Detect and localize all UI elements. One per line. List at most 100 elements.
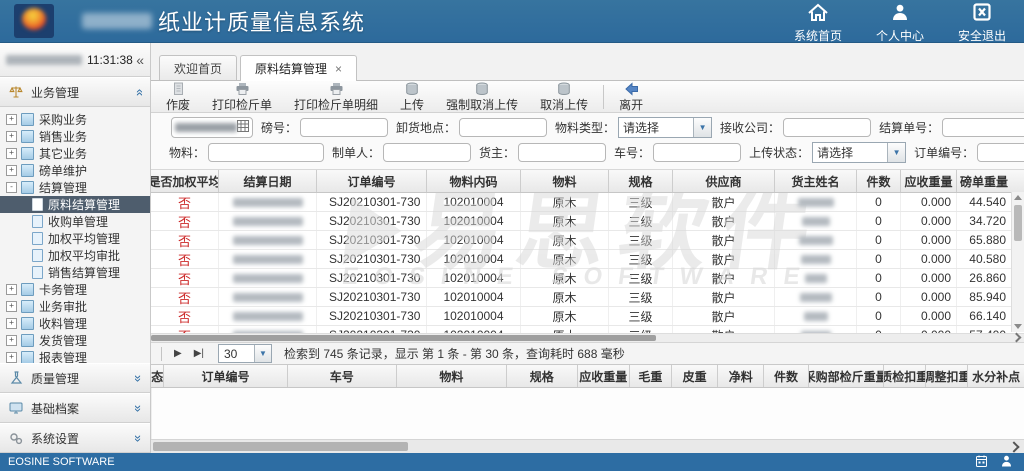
force-cancel-upload-button[interactable]: 强制取消上传 <box>435 81 529 113</box>
col-header[interactable]: 货主姓名 <box>775 170 857 192</box>
tree-item-approval[interactable]: +业务审批 <box>0 298 150 315</box>
col-header[interactable]: 物料内码 <box>427 170 521 192</box>
expand-icon[interactable]: + <box>6 148 17 159</box>
tree-item-reports[interactable]: +报表管理 <box>0 349 150 363</box>
owner-input[interactable] <box>518 143 606 162</box>
last-page-button[interactable]: ▶| <box>188 348 210 359</box>
table-row[interactable]: 否 SJ20210301-730102010004 原木三级 散户 00.000… <box>151 231 1013 250</box>
col-header[interactable]: 规格 <box>609 170 673 192</box>
expand-icon[interactable]: + <box>6 318 17 329</box>
collapse-icon[interactable]: - <box>6 182 17 193</box>
scrollbar-thumb[interactable] <box>151 335 656 341</box>
table-row[interactable]: 否 SJ20210301-730102010004 原木三级 散户 00.000… <box>151 250 1013 269</box>
col-header[interactable]: 件数 <box>857 170 901 192</box>
footer-user-icon[interactable] <box>1001 455 1012 470</box>
col-header[interactable]: 订单编号 <box>317 170 427 192</box>
tree-item-raw-settlement-selected[interactable]: 原料结算管理 <box>0 196 150 213</box>
scroll-down-icon[interactable] <box>1014 324 1022 329</box>
chevron-down-icon[interactable]: » <box>131 434 146 441</box>
col-header[interactable]: 采购部检斤重量 <box>809 365 884 387</box>
table-row[interactable]: 否 SJ20210301-730102010004 原木三级 散户 00.000… <box>151 326 1013 333</box>
footer-calendar-icon[interactable] <box>976 455 987 470</box>
tree-item-sales[interactable]: +销售业务 <box>0 128 150 145</box>
expand-icon[interactable]: + <box>6 284 17 295</box>
horizontal-scrollbar[interactable] <box>151 333 1024 342</box>
col-header[interactable]: 物料 <box>397 365 507 387</box>
col-header[interactable]: 件数 <box>764 365 808 387</box>
tree-item-settlement[interactable]: -结算管理 <box>0 179 150 196</box>
unload-place-input[interactable] <box>459 118 547 137</box>
print-ticket-detail-button[interactable]: 打印检斤单明细 <box>283 81 389 113</box>
scale-no-input[interactable] <box>300 118 388 137</box>
receive-company-input[interactable] <box>783 118 871 137</box>
col-header[interactable]: 规格 <box>507 365 578 387</box>
leave-button[interactable]: 离开 <box>608 81 654 113</box>
scroll-up-icon[interactable] <box>1014 195 1022 200</box>
col-header[interactable]: 物料 <box>521 170 609 192</box>
tree-item-other[interactable]: +其它业务 <box>0 145 150 162</box>
table-row[interactable]: 否 SJ20210301-730102010004 原木三级 散户 00.000… <box>151 269 1013 288</box>
nav-profile[interactable]: 个人中心 <box>872 3 928 44</box>
tree-item-purchase[interactable]: +采购业务 <box>0 111 150 128</box>
col-header[interactable]: 净料 <box>718 365 764 387</box>
col-header[interactable]: 调整扣重 <box>926 365 968 387</box>
section-system[interactable]: 系统设置 » <box>0 423 150 453</box>
chevron-down-icon[interactable]: » <box>131 404 146 411</box>
next-page-button[interactable]: ▶ <box>168 348 188 359</box>
col-header[interactable]: 应收重量 <box>578 365 630 387</box>
expand-icon[interactable]: + <box>6 114 17 125</box>
col-header[interactable]: 磅单重量 <box>957 170 1011 192</box>
tree-item-sales-settlement[interactable]: 销售结算管理 <box>0 264 150 281</box>
table-row[interactable]: 否 SJ20210301-730102010004 原木三级 散户 00.000… <box>151 212 1013 231</box>
col-header[interactable]: 供应商 <box>673 170 775 192</box>
table-row[interactable]: 否 SJ20210301-730102010004 原木三级 散户 00.000… <box>151 288 1013 307</box>
section-quality[interactable]: 质量管理 » <box>0 363 150 393</box>
vertical-scrollbar[interactable] <box>1011 192 1024 332</box>
upload-status-select[interactable]: 请选择▼ <box>812 142 906 163</box>
section-business[interactable]: 业务管理 » <box>0 77 150 107</box>
col-header[interactable]: 皮重 <box>672 365 718 387</box>
tab-raw-settlement[interactable]: 原料结算管理 × <box>240 55 357 81</box>
col-header[interactable]: 车号 <box>288 365 398 387</box>
bottom-horizontal-scrollbar[interactable] <box>151 439 1024 453</box>
chevron-up-icon[interactable]: » <box>131 88 146 95</box>
scrollbar-thumb[interactable] <box>153 442 408 451</box>
page-size-select[interactable]: 30 ▼ <box>218 344 272 363</box>
chevron-down-icon[interactable]: » <box>131 374 146 381</box>
material-type-select[interactable]: 请选择▼ <box>618 117 712 138</box>
tree-item-shipping[interactable]: +发货管理 <box>0 332 150 349</box>
table-row[interactable]: 否 SJ20210301-730102010004 原木三级 散户 00.000… <box>151 193 1013 212</box>
col-header[interactable]: 毛重 <box>630 365 672 387</box>
tree-item-receiving[interactable]: +收料管理 <box>0 315 150 332</box>
tree-item-weighted-average[interactable]: 加权平均管理 <box>0 230 150 247</box>
material-input[interactable] <box>208 143 324 162</box>
calendar-icon[interactable] <box>237 120 249 135</box>
expand-icon[interactable]: + <box>6 335 17 346</box>
expand-icon[interactable]: + <box>6 165 17 176</box>
settle-no-input[interactable] <box>942 118 1024 137</box>
print-ticket-button[interactable]: 打印检斤单 <box>201 81 283 113</box>
upload-button[interactable]: 上传 <box>389 81 435 113</box>
col-header[interactable]: 水分补点 <box>968 365 1024 387</box>
col-header[interactable]: 态 <box>151 365 164 387</box>
scroll-right-icon[interactable] <box>1008 441 1019 452</box>
order-no-input[interactable] <box>977 143 1024 162</box>
tree-item-weighbill[interactable]: +磅单维护 <box>0 162 150 179</box>
cancel-upload-button[interactable]: 取消上传 <box>529 81 599 113</box>
expand-icon[interactable]: + <box>6 352 17 363</box>
date-input[interactable] <box>171 117 253 138</box>
col-header[interactable]: 质检扣重 <box>884 365 926 387</box>
col-header[interactable]: 结算日期 <box>219 170 317 192</box>
scrollbar-thumb[interactable] <box>1014 205 1022 241</box>
col-header[interactable]: 应收重量 <box>901 170 957 192</box>
vehicle-no-input[interactable] <box>653 143 741 162</box>
expand-icon[interactable]: + <box>6 301 17 312</box>
tab-close-icon[interactable]: × <box>335 62 342 76</box>
col-header[interactable]: 订单编号 <box>164 365 287 387</box>
col-header[interactable]: 是否加权平均 <box>151 170 219 192</box>
nav-logout[interactable]: 安全退出 <box>954 3 1010 44</box>
section-archive[interactable]: 基础档案 » <box>0 393 150 423</box>
table-row[interactable]: 否 SJ20210301-730102010004 原木三级 散户 00.000… <box>151 307 1013 326</box>
tree-item-card[interactable]: +卡务管理 <box>0 281 150 298</box>
expand-icon[interactable]: + <box>6 131 17 142</box>
